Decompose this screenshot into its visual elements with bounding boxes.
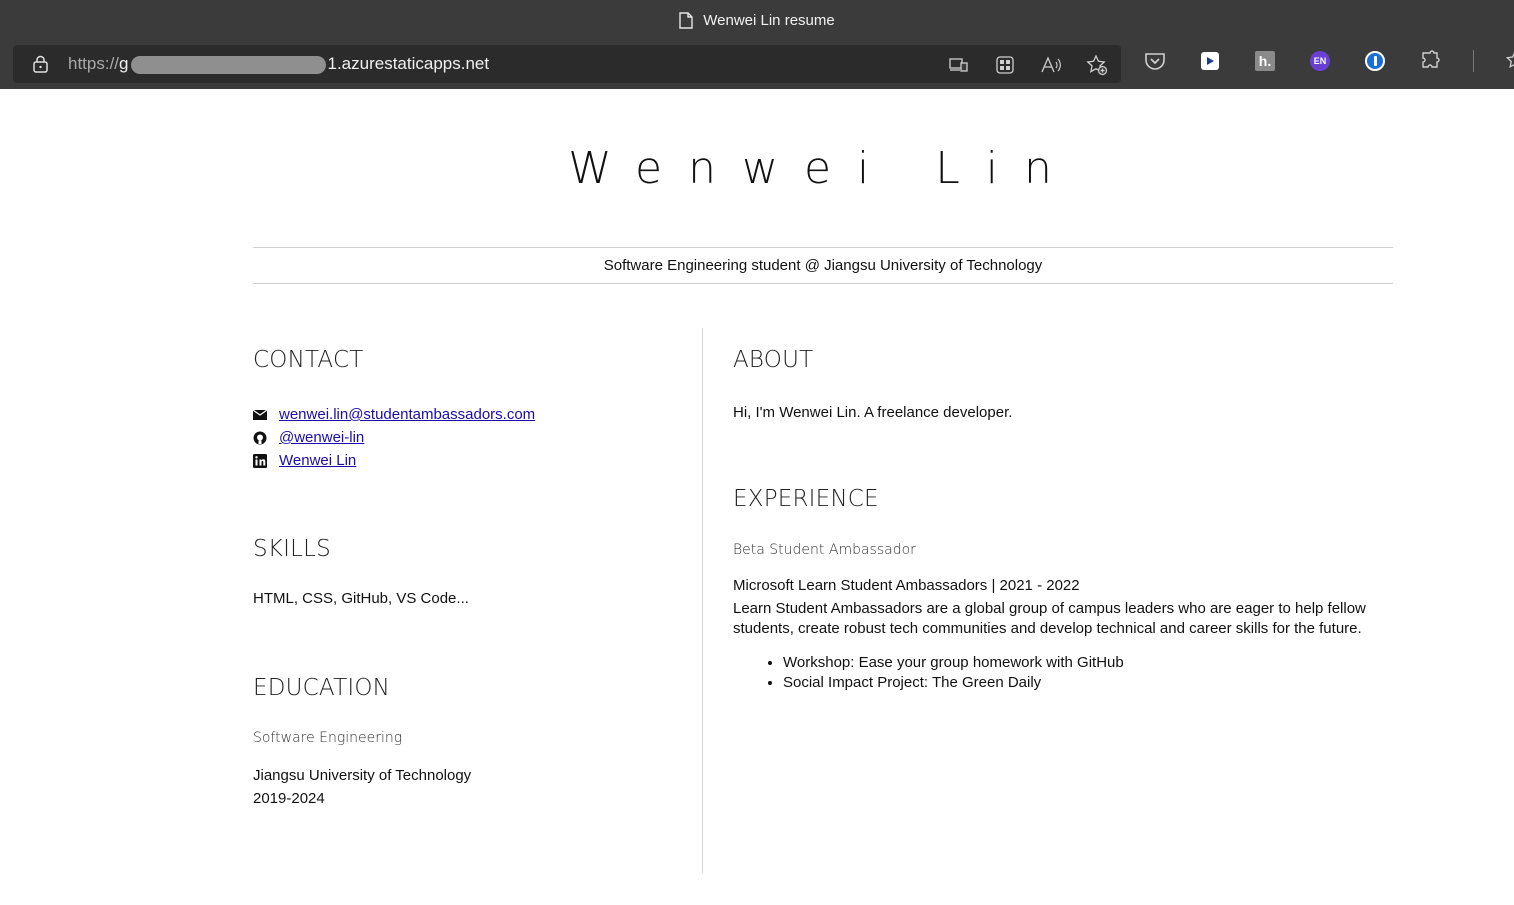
- url-redaction: [130, 55, 326, 74]
- url-scheme: https://: [68, 54, 120, 73]
- en-extension-icon[interactable]: EN: [1308, 49, 1332, 73]
- experience-org: Microsoft Learn Student Ambassadors | 20…: [733, 577, 1080, 594]
- apps-icon[interactable]: [993, 53, 1017, 77]
- envelope-icon: [253, 409, 267, 420]
- linkedin-link[interactable]: Wenwei Lin: [279, 449, 356, 472]
- list-item: Workshop: Ease your group homework with …: [783, 653, 1393, 673]
- contact-section: CONTACT wenwei.lin@studentambassadors.co…: [253, 347, 683, 472]
- about-text: Hi, I'm Wenwei Lin. A freelance develope…: [733, 404, 1013, 421]
- left-column: CONTACT wenwei.lin@studentambassadors.co…: [253, 347, 683, 810]
- resume-name: Wenwei Lin: [568, 143, 1078, 194]
- column-divider: [702, 328, 703, 873]
- list-item: Social Impact Project: The Green Daily: [783, 673, 1393, 693]
- resume-page: Wenwei Lin Software Engineering student …: [0, 89, 1514, 905]
- lock-icon[interactable]: [32, 55, 49, 73]
- url-suffix: 1.azurestaticapps.net: [327, 54, 490, 73]
- linkedin-icon: [253, 453, 267, 468]
- contact-linkedin-item: Wenwei Lin: [253, 449, 683, 472]
- skills-section: SKILLS HTML, CSS, GitHub, VS Code...: [253, 536, 683, 609]
- password-manager-icon[interactable]: [1363, 49, 1387, 73]
- github-link[interactable]: @wenwei-lin: [279, 426, 364, 449]
- right-column: ABOUT Hi, I'm Wenwei Lin. A freelance de…: [733, 347, 1393, 693]
- github-icon: [253, 431, 267, 444]
- extensions-icon[interactable]: [1418, 49, 1442, 73]
- address-bar-actions: [947, 53, 1109, 77]
- experience-role: Beta Student Ambassador: [733, 542, 916, 558]
- email-link[interactable]: wenwei.lin@studentambassadors.com: [279, 403, 535, 426]
- read-aloud-icon[interactable]: [1039, 53, 1063, 77]
- h-extension-icon[interactable]: h.: [1253, 49, 1277, 73]
- toolbar-separator: [1473, 50, 1474, 72]
- pocket-icon[interactable]: [1143, 49, 1167, 73]
- address-bar[interactable]: https://g 1.azurestaticapps.net: [13, 45, 1121, 83]
- url-prefix: g: [119, 54, 129, 73]
- skills-text: HTML, CSS, GitHub, VS Code...: [253, 590, 469, 607]
- document-icon: [679, 12, 693, 29]
- skills-heading: SKILLS: [253, 536, 331, 562]
- video-extension-icon[interactable]: [1198, 49, 1222, 73]
- url-text[interactable]: https://g 1.azurestaticapps.net: [68, 54, 489, 74]
- extension-toolbar: h. EN: [1143, 49, 1514, 73]
- education-heading: EDUCATION: [253, 675, 391, 701]
- tab-title: Wenwei Lin resume: [703, 12, 835, 29]
- experience-items: Workshop: Ease your group homework with …: [733, 653, 1393, 693]
- education-school: Jiangsu University of Technology: [253, 767, 472, 784]
- contact-github-item: @wenwei-lin: [253, 426, 683, 449]
- experience-description: Learn Student Ambassadors are a global g…: [733, 600, 1366, 637]
- contact-email-item: wenwei.lin@studentambassadors.com: [253, 403, 683, 426]
- education-degree: Software Engineering: [253, 730, 403, 746]
- tagline: Software Engineering student @ Jiangsu U…: [253, 247, 1393, 284]
- favorites-icon[interactable]: [1505, 49, 1514, 73]
- tagline-text: Software Engineering student @ Jiangsu U…: [603, 257, 1043, 274]
- experience-section: EXPERIENCE Beta Student Ambassador Micro…: [733, 486, 1393, 693]
- education-years: 2019-2024: [253, 790, 325, 807]
- app-available-icon[interactable]: [947, 53, 971, 77]
- contact-heading: CONTACT: [253, 347, 364, 373]
- add-favorite-icon[interactable]: [1085, 53, 1109, 77]
- window-titlebar: Wenwei Lin resume: [0, 0, 1514, 41]
- about-section: ABOUT Hi, I'm Wenwei Lin. A freelance de…: [733, 347, 1393, 423]
- about-heading: ABOUT: [733, 347, 814, 373]
- education-section: EDUCATION Software Engineering Jiangsu U…: [253, 675, 683, 810]
- experience-heading: EXPERIENCE: [733, 486, 879, 512]
- contact-list: wenwei.lin@studentambassadors.com @wenwe…: [253, 403, 683, 472]
